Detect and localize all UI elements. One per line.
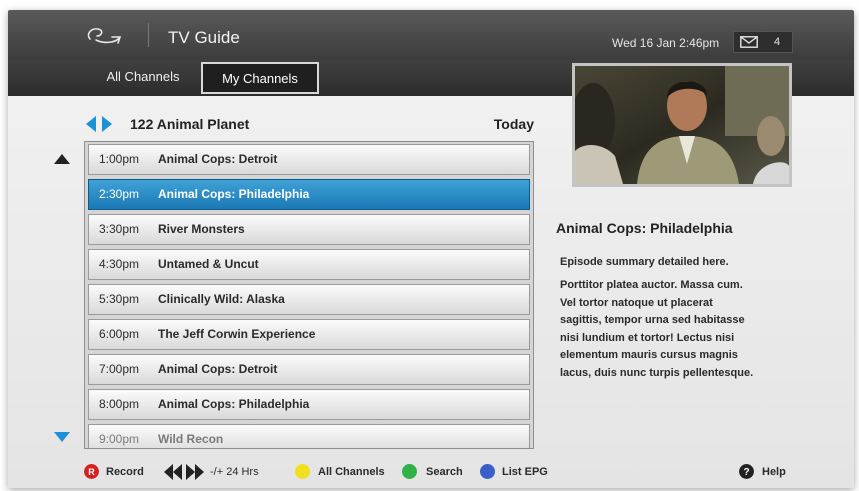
programme-row[interactable]: 7:00pm Animal Cops: Detroit (88, 354, 530, 385)
programme-title: Animal Cops: Philadelphia (158, 397, 310, 411)
programme-title: Animal Cops: Detroit (158, 152, 278, 166)
green-key-icon[interactable] (402, 464, 417, 479)
all-channels-label: All Channels (318, 466, 385, 478)
programme-time: 3:30pm (99, 222, 140, 236)
blue-key-icon[interactable] (480, 464, 495, 479)
message-count: 4 (774, 36, 781, 48)
help-key-glyph: ? (743, 467, 749, 478)
day-label: Today (493, 116, 534, 132)
programme-row[interactable]: 1:00pm Animal Cops: Detroit (88, 144, 530, 175)
description-line: lacus, duis nunc turpis pellentesque. (560, 366, 754, 379)
help-icon[interactable]: ? (739, 464, 754, 479)
programme-time: 7:00pm (99, 362, 140, 376)
remote-key-legend: R Record -/+ 24 Hrs All Channels Search … (8, 455, 854, 488)
preview-image (575, 66, 789, 184)
list-epg-label: List EPG (502, 466, 548, 478)
scroll-down-icon[interactable] (54, 432, 70, 444)
programme-time: 5:30pm (99, 292, 140, 306)
brand-logo-icon (87, 28, 122, 44)
channel-selector: 122 Animal Planet Today (86, 114, 536, 136)
top-bar: TV Guide Wed 16 Jan 2:46pm 4 (8, 10, 854, 60)
programme-time: 4:30pm (99, 257, 140, 271)
description-line: Porttitor platea auctor. Massa cum. (560, 279, 743, 291)
mail-icon (740, 36, 758, 48)
programme-time: 2:30pm (99, 187, 140, 201)
app-title: TV Guide (168, 28, 240, 47)
programme-row[interactable]: 5:30pm Clinically Wild: Alaska (88, 284, 530, 315)
programme-title: Clinically Wild: Alaska (158, 292, 285, 306)
programme-detail-title: Animal Cops: Philadelphia (556, 220, 733, 236)
skip-24hrs-label: -/+ 24 Hrs (210, 466, 259, 478)
record-key-letter: R (88, 467, 95, 477)
description-line: nisi lundium et tortor! Lectus nisi (560, 331, 735, 344)
scroll-up-icon[interactable] (54, 152, 70, 164)
tab-my-channels[interactable]: My Channels (201, 62, 319, 94)
programme-time: 6:00pm (99, 327, 140, 341)
programme-description: Porttitor platea auctor. Massa cum. Vel … (560, 277, 800, 382)
programme-time: 1:00pm (99, 152, 140, 166)
header-divider (148, 23, 149, 47)
help-label: Help (762, 466, 786, 478)
description-line: elementum mauris cursus magnis (560, 349, 738, 361)
programme-row[interactable]: 9:00pm Wild Recon (88, 424, 530, 448)
tab-all-channels[interactable]: All Channels (88, 62, 198, 94)
programme-row[interactable]: 4:30pm Untamed & Uncut (88, 249, 530, 280)
record-key-icon[interactable]: R (84, 464, 99, 479)
video-preview (572, 63, 792, 187)
programme-title: Animal Cops: Philadelphia (158, 187, 310, 201)
programme-title: Wild Recon (158, 432, 224, 446)
programme-title: River Monsters (158, 222, 245, 236)
search-label: Search (426, 466, 463, 478)
programme-row[interactable]: 8:00pm Animal Cops: Philadelphia (88, 389, 530, 420)
programme-title: Animal Cops: Detroit (158, 362, 278, 376)
date-time: Wed 16 Jan 2:46pm (612, 36, 720, 50)
programme-title: The Jeff Corwin Experience (158, 327, 316, 341)
programme-list: 1:00pm Animal Cops: Detroit 2:30pm Animal … (84, 141, 534, 449)
programme-row[interactable]: 6:00pm The Jeff Corwin Experience (88, 319, 530, 350)
rewind-forward-icon[interactable] (164, 464, 204, 480)
episode-summary: Episode summary detailed here. (560, 256, 729, 268)
tv-guide-screen: TV Guide Wed 16 Jan 2:46pm 4 All Channel… (8, 10, 854, 488)
channel-prev-icon[interactable] (86, 116, 96, 132)
description-line: Vel tortor natoque ut placerat (560, 296, 713, 309)
programme-time: 8:00pm (99, 397, 140, 411)
programme-title: Untamed & Uncut (158, 257, 259, 271)
description-line: sagittis, tempor urna sed habitasse (560, 314, 745, 326)
yellow-key-icon[interactable] (295, 464, 310, 479)
record-label: Record (106, 466, 144, 478)
channel-next-icon[interactable] (102, 116, 112, 132)
programme-time: 9:00pm (99, 432, 140, 446)
programme-row-selected[interactable]: 2:30pm Animal Cops: Philadelphia (88, 179, 530, 210)
messages-indicator[interactable]: 4 (733, 31, 793, 53)
programme-row[interactable]: 3:30pm River Monsters (88, 214, 530, 245)
channel-name: 122 Animal Planet (130, 116, 250, 132)
